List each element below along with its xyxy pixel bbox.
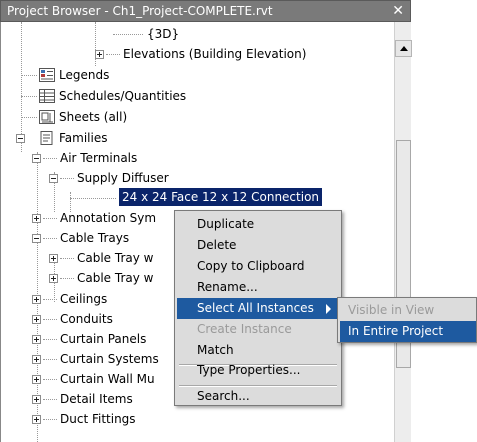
menu-item-create-instance: Create Instance [197, 322, 292, 336]
tree-connector [43, 299, 57, 300]
project-browser-window: Project Browser - Ch1_Project-COMPLETE.r… [0, 0, 477, 442]
close-icon[interactable]: ✕ [392, 3, 404, 19]
title-bar[interactable]: Project Browser - Ch1_Project-COMPLETE.r… [0, 0, 411, 22]
tree-item-families[interactable]: Families [59, 128, 107, 148]
expand-plus-icon[interactable] [32, 335, 41, 344]
tree-connector [70, 198, 116, 199]
tree-item-curtain-wall-mullions[interactable]: Curtain Wall Mu [60, 369, 155, 389]
collapse-minus-icon[interactable] [32, 154, 41, 163]
menu-item-select-all-instances[interactable]: Select All Instances [177, 298, 339, 319]
expand-plus-icon[interactable] [32, 375, 41, 384]
tree-connector [60, 258, 74, 259]
tree-connector [43, 158, 57, 159]
tree-row[interactable]: 24 x 24 Face 12 x 12 Connection [1, 187, 394, 208]
tree-item-cable-tray-fitting[interactable]: Cable Tray w [77, 268, 153, 288]
tree-connector [43, 399, 57, 400]
menu-item-rename[interactable]: Rename... [177, 277, 339, 298]
submenu-item-in-entire-project[interactable]: In Entire Project [340, 321, 476, 342]
context-menu: Duplicate Delete Copy to Clipboard Renam… [174, 210, 342, 406]
tree-connector [60, 178, 74, 179]
scroll-up-icon[interactable] [395, 40, 412, 57]
tree-item-elevations[interactable]: Elevations (Building Elevation) [123, 44, 306, 64]
expand-plus-icon[interactable] [32, 395, 41, 404]
collapse-minus-icon[interactable] [16, 134, 25, 143]
expand-plus-icon[interactable] [95, 50, 104, 59]
submenu-item-visible-in-view: Visible in View [348, 303, 435, 317]
menu-item-label: Select All Instances [197, 301, 314, 315]
tree-item-conduits[interactable]: Conduits [60, 309, 113, 329]
tree-connector [43, 238, 57, 239]
tree-row[interactable]: Schedules/Quantities [1, 86, 394, 106]
tree-connector [21, 75, 37, 76]
tree-item-selected-type[interactable]: 24 x 24 Face 12 x 12 Connection [117, 187, 324, 207]
tree-connector [43, 339, 57, 340]
menu-item-copy-to-clipboard[interactable]: Copy to Clipboard [177, 256, 339, 277]
tree-connector [21, 117, 37, 118]
expand-plus-icon[interactable] [32, 315, 41, 324]
tree-connector [43, 379, 57, 380]
tree-item-legends[interactable]: Legends [59, 65, 109, 85]
tree-row[interactable]: Supply Diffuser [1, 168, 394, 188]
tree-item-sheets[interactable]: Sheets (all) [59, 107, 127, 127]
tree-row[interactable]: Duct Fittings [1, 409, 394, 429]
tree-row[interactable]: Air Terminals [1, 148, 394, 168]
tree-connector [43, 419, 57, 420]
expand-plus-icon[interactable] [32, 295, 41, 304]
select-all-instances-submenu: Visible in View In Entire Project [337, 297, 477, 343]
legends-icon [39, 68, 55, 82]
collapse-minus-icon[interactable] [49, 174, 58, 183]
expand-plus-icon[interactable] [49, 274, 58, 283]
tree-item-ceilings[interactable]: Ceilings [60, 289, 107, 309]
tree-item-annotation-symbols[interactable]: Annotation Sym [60, 208, 156, 228]
tree-item-cable-tray-fitting[interactable]: Cable Tray w [77, 248, 153, 268]
tree-connector [60, 278, 74, 279]
submenu-arrow-icon [326, 304, 331, 314]
window-title: Project Browser - Ch1_Project-COMPLETE.r… [7, 4, 273, 18]
tree-row[interactable]: {3D} [1, 24, 394, 44]
menu-item-search[interactable]: Search... [177, 386, 339, 407]
tree-row[interactable]: Elevations (Building Elevation) [1, 44, 394, 64]
schedules-icon [39, 89, 55, 103]
menu-item-match[interactable]: Match [177, 340, 339, 361]
tree-row[interactable]: Sheets (all) [1, 107, 394, 127]
tree-item-cable-trays[interactable]: Cable Trays [60, 228, 129, 248]
tree-item-curtain-systems[interactable]: Curtain Systems [60, 349, 159, 369]
tree-item-detail-items[interactable]: Detail Items [60, 389, 133, 409]
menu-item-type-properties[interactable]: Type Properties... [177, 360, 339, 381]
tree-connector [21, 96, 37, 97]
expand-plus-icon[interactable] [32, 355, 41, 364]
expand-plus-icon[interactable] [49, 254, 58, 263]
tree-connector [43, 359, 57, 360]
families-icon [40, 131, 53, 145]
tree-item-3d-view[interactable]: {3D} [147, 24, 179, 44]
tree-item-duct-fittings[interactable]: Duct Fittings [60, 409, 136, 429]
tree-item-curtain-panels[interactable]: Curtain Panels [60, 329, 146, 349]
expand-plus-icon[interactable] [32, 214, 41, 223]
expand-plus-icon[interactable] [32, 415, 41, 424]
tree-row[interactable]: Legends [1, 65, 394, 85]
tree-connector [113, 34, 143, 35]
sheets-icon [39, 110, 55, 124]
collapse-minus-icon[interactable] [32, 234, 41, 243]
tree-row[interactable]: Families [1, 128, 394, 148]
menu-item-duplicate[interactable]: Duplicate [177, 214, 339, 235]
tree-item-air-terminals[interactable]: Air Terminals [60, 148, 137, 168]
tree-item-schedules[interactable]: Schedules/Quantities [59, 86, 186, 106]
vertical-scrollbar[interactable] [394, 22, 412, 442]
menu-item-delete[interactable]: Delete [177, 235, 339, 256]
tree-connector [43, 218, 57, 219]
tree-connector [106, 54, 120, 55]
tree-item-supply-diffuser[interactable]: Supply Diffuser [77, 168, 169, 188]
tree-connector [43, 319, 57, 320]
